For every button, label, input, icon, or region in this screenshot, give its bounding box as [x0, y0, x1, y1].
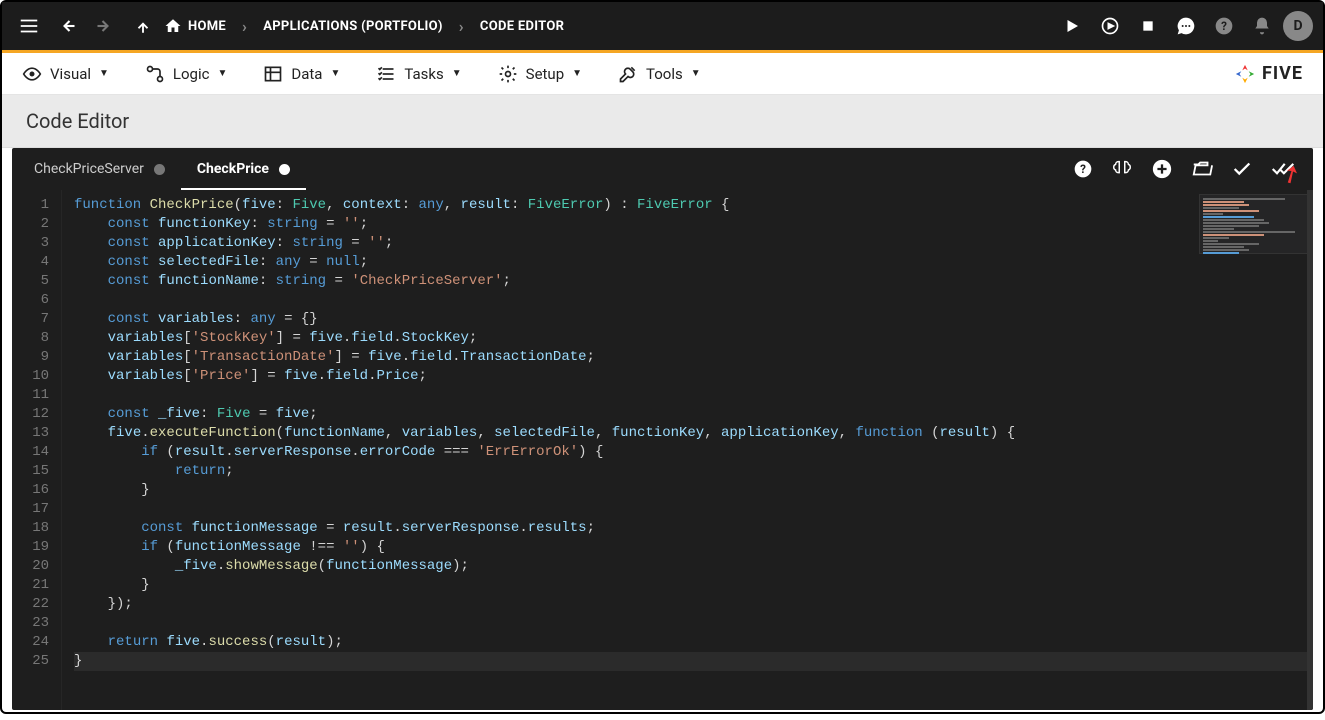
- play-icon[interactable]: [1055, 9, 1089, 43]
- subnav-data[interactable]: Data ▼: [263, 64, 340, 84]
- subnav-logic[interactable]: Logic ▼: [145, 64, 227, 84]
- line-gutter: 1234567891011121314151617181920212223242…: [12, 190, 62, 710]
- hint-icon[interactable]: ?: [1073, 159, 1093, 179]
- bell-icon[interactable]: [1245, 9, 1279, 43]
- subnav-label: Setup: [526, 65, 564, 83]
- caret-down-icon: ▼: [330, 68, 340, 79]
- home-icon[interactable]: HOME: [164, 9, 226, 43]
- brand-logo: FIVE: [1234, 63, 1303, 85]
- sub-nav: Visual ▼ Logic ▼ Data ▼ Tasks ▼ Setup ▼ …: [2, 53, 1323, 95]
- scrollbar[interactable]: [1307, 190, 1313, 710]
- avatar-letter: D: [1293, 18, 1302, 34]
- subnav-visual[interactable]: Visual ▼: [22, 64, 109, 84]
- caret-down-icon: ▼: [572, 68, 582, 79]
- forward-icon[interactable]: [88, 9, 122, 43]
- subnav-label: Tools: [646, 65, 683, 83]
- back-icon[interactable]: [50, 9, 84, 43]
- breadcrumbs: HOME › APPLICATIONS (PORTFOLIO) › CODE E…: [164, 9, 564, 43]
- subnav-label: Data: [291, 65, 322, 83]
- subnav-tasks[interactable]: Tasks ▼: [376, 64, 461, 84]
- subnav-label: Tasks: [404, 65, 443, 83]
- svg-text:?: ?: [1080, 162, 1086, 176]
- code-editor-panel: CheckPriceServer CheckPrice ?: [12, 148, 1313, 710]
- chat-icon[interactable]: [1169, 9, 1203, 43]
- stop-icon[interactable]: [1131, 9, 1165, 43]
- help-icon[interactable]: ?: [1207, 9, 1241, 43]
- caret-down-icon: ▼: [691, 68, 701, 79]
- top-bar: HOME › APPLICATIONS (PORTFOLIO) › CODE E…: [2, 2, 1323, 50]
- breadcrumb-applications[interactable]: APPLICATIONS (PORTFOLIO): [263, 19, 443, 34]
- editor-tab-bar: CheckPriceServer CheckPrice ?: [12, 148, 1313, 190]
- tab-label: CheckPriceServer: [34, 161, 144, 177]
- code-content[interactable]: function CheckPrice(five: Five, context:…: [62, 190, 1313, 710]
- menu-icon[interactable]: [12, 9, 46, 43]
- caret-down-icon: ▼: [99, 68, 109, 79]
- save-all-icon[interactable]: ➚: [1271, 158, 1295, 180]
- tab-label: CheckPrice: [197, 161, 269, 177]
- caret-down-icon: ▼: [452, 68, 462, 79]
- chevron-right-icon: ›: [242, 17, 247, 36]
- subnav-tools[interactable]: Tools ▼: [618, 64, 701, 84]
- subnav-label: Logic: [173, 65, 210, 83]
- ai-brain-icon[interactable]: [1111, 158, 1133, 180]
- deploy-icon[interactable]: [1093, 9, 1127, 43]
- tab-checkpriceserver[interactable]: CheckPriceServer: [18, 148, 181, 190]
- add-icon[interactable]: [1151, 158, 1173, 180]
- caret-down-icon: ▼: [217, 68, 227, 79]
- breadcrumb-code-editor[interactable]: CODE EDITOR: [480, 19, 564, 34]
- code-area[interactable]: 1234567891011121314151617181920212223242…: [12, 190, 1313, 710]
- subnav-label: Visual: [50, 65, 91, 83]
- minimap[interactable]: [1199, 194, 1309, 254]
- subnav-setup[interactable]: Setup ▼: [498, 64, 582, 84]
- breadcrumb-home[interactable]: HOME: [188, 19, 226, 34]
- page-title: Code Editor: [2, 95, 1323, 148]
- tab-checkprice[interactable]: CheckPrice: [181, 148, 306, 190]
- unsaved-dot-icon: [279, 164, 290, 175]
- chevron-right-icon: ›: [459, 17, 464, 36]
- up-icon[interactable]: [126, 9, 160, 43]
- open-folder-icon[interactable]: [1191, 158, 1213, 180]
- svg-text:?: ?: [1221, 19, 1227, 33]
- editor-toolbar: ? ➚: [1073, 158, 1307, 180]
- avatar[interactable]: D: [1283, 11, 1313, 41]
- brand-text: FIVE: [1262, 63, 1303, 84]
- unsaved-dot-icon: [154, 164, 165, 175]
- save-icon[interactable]: [1231, 158, 1253, 180]
